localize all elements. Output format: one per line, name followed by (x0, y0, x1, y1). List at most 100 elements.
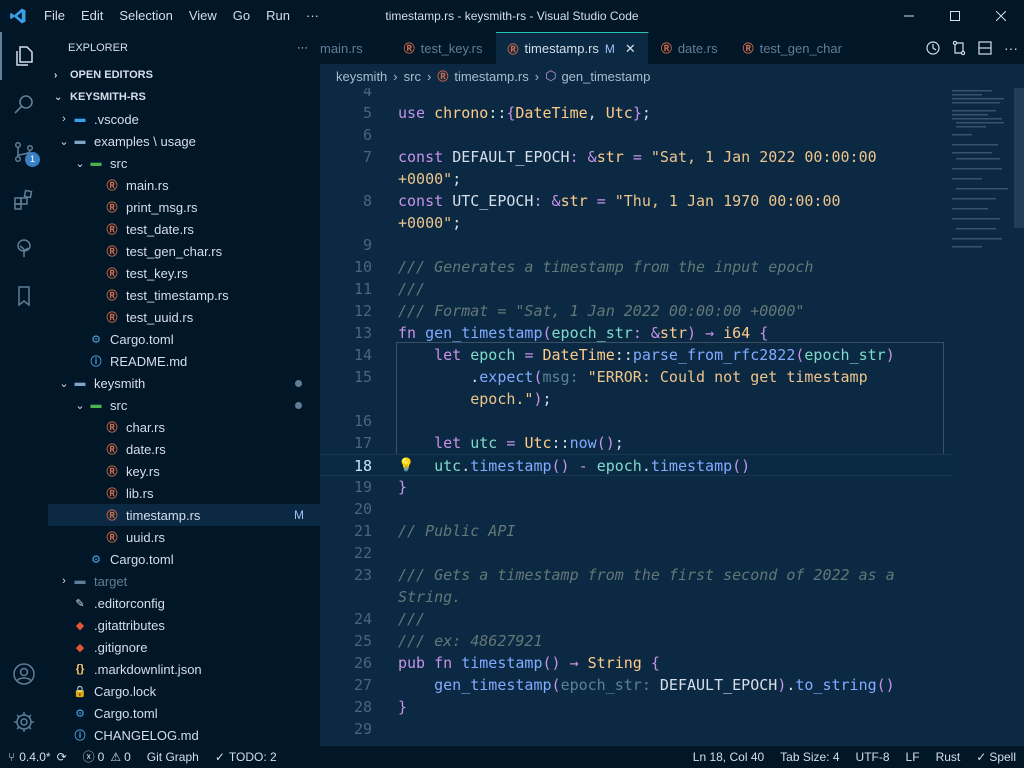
tree-item[interactable]: ⌄ ▬ src (48, 394, 320, 416)
menu-edit[interactable]: Edit (73, 0, 111, 32)
tree-item[interactable]: Ⓡdate.rs (48, 438, 320, 460)
tree-item[interactable]: 🔒 Cargo.lock (48, 680, 320, 702)
chevron-down-icon: ⌄ (59, 377, 69, 390)
maximize-button[interactable] (932, 0, 978, 32)
tree-item[interactable]: Ⓡtest_date.rs (48, 218, 320, 240)
tree-icon[interactable] (0, 224, 48, 272)
menu-more[interactable]: ··· (298, 0, 327, 32)
todo-indicator[interactable]: ✓ TODO: 2 (207, 746, 285, 768)
tree-item[interactable]: Ⓡchar.rs (48, 416, 320, 438)
spell-check[interactable]: ✓ Spell (968, 746, 1024, 768)
tree-item[interactable]: Ⓡkey.rs (48, 460, 320, 482)
tree-item[interactable]: Ⓡtest_gen_char.rs (48, 240, 320, 262)
line-number: 29 (353, 720, 372, 738)
breadcrumb-item[interactable]: timestamp.rs (454, 69, 528, 84)
open-changes-icon[interactable] (946, 35, 972, 61)
close-window-button[interactable] (978, 0, 1024, 32)
lightbulb-icon[interactable]: 💡 (398, 455, 414, 477)
code-line: 14 let epoch = DateTime::parse_from_rfc2… (320, 344, 952, 366)
tree-item[interactable]: Ⓡuuid.rs (48, 526, 320, 548)
rust-file-icon: Ⓡ (106, 224, 118, 236)
tab-size[interactable]: Tab Size: 4 (772, 746, 847, 768)
line-number: 23 (353, 566, 372, 584)
bookmark-icon[interactable] (0, 272, 48, 320)
timeline-icon[interactable] (920, 35, 946, 61)
tree-item[interactable]: {} .markdownlint.json (48, 658, 320, 680)
tree-item[interactable]: ⚙ Cargo.toml (48, 548, 320, 570)
tree-item[interactable]: ⓘ CHANGELOG.md (48, 724, 320, 746)
modified-dot (295, 380, 302, 387)
close-tab-icon[interactable]: ✕ (625, 41, 636, 57)
tree-item[interactable]: ⓘ README.md (48, 350, 320, 372)
minimize-button[interactable] (886, 0, 932, 32)
code-text: epoch."); (470, 390, 552, 408)
rust-file-icon: Ⓡ (106, 312, 118, 324)
code-line: epoch."); (320, 388, 952, 410)
editor-scrollbar[interactable] (1014, 88, 1024, 228)
problems-indicator[interactable]: ⓧ 0 ⚠ 0 (75, 746, 139, 768)
tree-item[interactable]: ◆ .gitignore (48, 636, 320, 658)
editor-tab[interactable]: main.rs (320, 32, 392, 64)
language-mode[interactable]: Rust (928, 746, 969, 768)
menu-go[interactable]: Go (225, 0, 258, 32)
menu-view[interactable]: View (181, 0, 225, 32)
tree-item-label: test_timestamp.rs (126, 287, 229, 303)
tree-item[interactable]: ⚙ Cargo.toml (48, 702, 320, 724)
tree-item[interactable]: Ⓡmain.rs (48, 174, 320, 196)
editor-tab[interactable]: Ⓡtimestamp.rs M ✕ (495, 32, 649, 64)
minimap[interactable] (948, 88, 1012, 288)
breadcrumb-item[interactable]: src (404, 69, 421, 84)
source-control-icon[interactable]: 1 (0, 128, 48, 176)
lock-icon: 🔒 (73, 685, 87, 698)
explorer-icon[interactable] (0, 32, 48, 80)
tree-item[interactable]: › ▬ .vscode (48, 108, 320, 130)
tree-item[interactable]: ◆ .gitattributes (48, 614, 320, 636)
encoding[interactable]: UTF-8 (848, 746, 898, 768)
tree-item[interactable]: Ⓡtest_timestamp.rs (48, 284, 320, 306)
tree-item[interactable]: Ⓡtest_key.rs (48, 262, 320, 284)
gear-icon: ⚙ (75, 707, 85, 720)
more-actions-icon[interactable]: ··· (998, 35, 1024, 61)
tree-item[interactable]: ⌄ ▬ examples \ usage (48, 130, 320, 152)
tree-item[interactable]: Ⓡlib.rs (48, 482, 320, 504)
search-icon[interactable] (0, 80, 48, 128)
menu-selection[interactable]: Selection (111, 0, 180, 32)
tree-item[interactable]: ⚙ Cargo.toml (48, 328, 320, 350)
tree-item[interactable]: ⌄ ▬ keysmith (48, 372, 320, 394)
tree-item[interactable]: Ⓡtimestamp.rs M (48, 504, 320, 526)
menu-file[interactable]: File (36, 0, 73, 32)
tree-item[interactable]: ⌄ ▬ src (48, 152, 320, 174)
line-ending[interactable]: LF (898, 746, 928, 768)
tree-item[interactable]: › ▬ target (48, 570, 320, 592)
explorer-more-button[interactable]: ··· (297, 42, 308, 54)
rust-file-icon: Ⓡ (106, 246, 118, 258)
tree-item-label: test_key.rs (126, 265, 188, 281)
editor-tab[interactable]: Ⓡtest_gen_char (731, 32, 855, 64)
tree-item[interactable]: Ⓡtest_uuid.rs (48, 306, 320, 328)
breadcrumb-item[interactable]: keysmith (336, 69, 387, 84)
tree-item[interactable]: ✎ .editorconfig (48, 592, 320, 614)
menu-run[interactable]: Run (258, 0, 298, 32)
open-editors-section[interactable]: › OPEN EDITORS (48, 64, 320, 86)
git-graph-button[interactable]: Git Graph (139, 746, 207, 768)
tree-item-label: src (110, 155, 128, 171)
extensions-icon[interactable] (0, 176, 48, 224)
line-number: 20 (353, 500, 372, 518)
editor-tab[interactable]: Ⓡtest_key.rs (392, 32, 496, 64)
account-icon[interactable] (0, 650, 48, 698)
editor-tab[interactable]: Ⓡdate.rs (649, 32, 731, 64)
breadcrumb-item[interactable]: gen_timestamp (561, 69, 650, 84)
branch-indicator[interactable]: ⑂ 0.4.0* ⟳ (0, 746, 75, 768)
tree-item[interactable]: Ⓡprint_msg.rs (48, 196, 320, 218)
chevron-right-icon: › (62, 575, 66, 587)
split-editor-icon[interactable] (972, 35, 998, 61)
code-text: fn gen_timestamp(epoch_str: &str) → i64 … (398, 324, 769, 342)
cursor-position[interactable]: Ln 18, Col 40 (685, 746, 772, 768)
rust-file-icon: Ⓡ (106, 422, 118, 434)
code-editor[interactable]: 4 5 use chrono::{DateTime, Utc}; 6 7 const DE… (320, 88, 1024, 746)
settings-gear-icon[interactable] (0, 698, 48, 746)
modified-badge: M (294, 508, 304, 522)
project-section[interactable]: ⌄ KEYSMITH-RS (48, 86, 320, 108)
gear-icon: ⚙ (91, 553, 101, 566)
tree-item-label: lib.rs (126, 485, 154, 501)
